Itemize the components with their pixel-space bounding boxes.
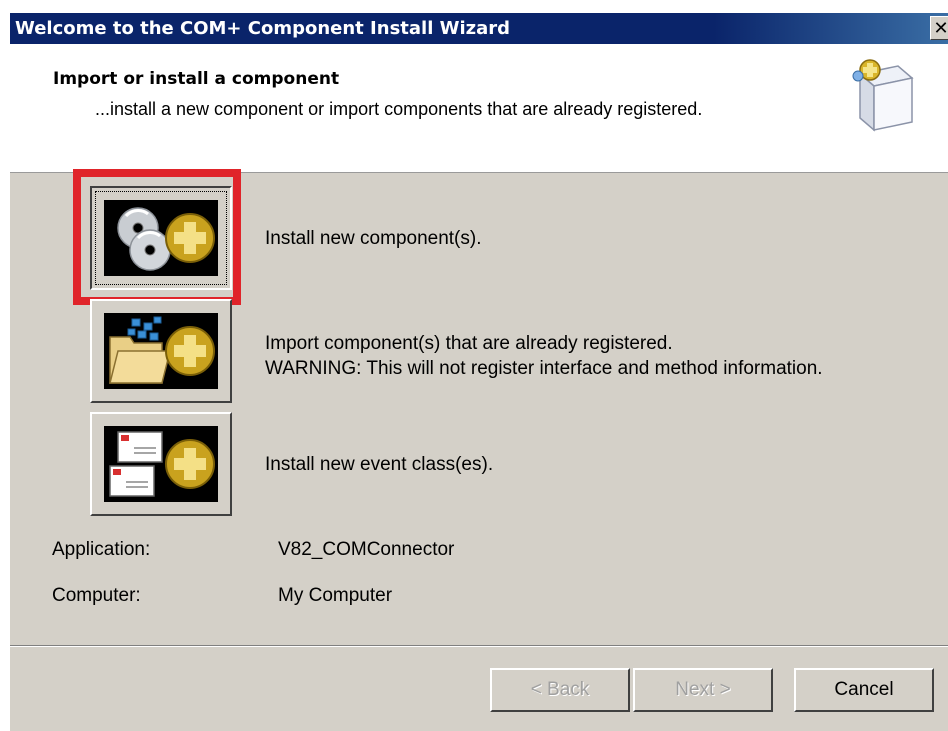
cancel-button[interactable]: Cancel [794, 668, 934, 712]
computer-value: My Computer [278, 585, 393, 606]
folder-plus-icon [104, 313, 218, 389]
wizard-window: Welcome to the COM+ Component Install Wi… [10, 13, 948, 731]
install-event-class-button[interactable] [90, 412, 232, 516]
wizard-header: Import or install a component ...install… [10, 44, 948, 173]
wizard-box-icon [852, 59, 914, 132]
install-event-class-label: Install new event class(es). [265, 454, 494, 475]
application-label: Application: [52, 539, 151, 560]
close-icon: ✕ [933, 17, 948, 38]
window-title: Welcome to the COM+ Component Install Wi… [15, 18, 511, 39]
application-value: V82_COMConnector [278, 539, 455, 560]
header-subtitle: ...install a new component or import com… [95, 99, 703, 119]
header-title: Import or install a component [53, 69, 340, 89]
close-button[interactable]: ✕ [930, 16, 948, 40]
back-button[interactable]: < Back [490, 668, 630, 712]
computer-label: Computer: [52, 585, 141, 606]
next-button[interactable]: Next > [633, 668, 773, 712]
install-new-component-label: Install new component(s). [265, 228, 482, 249]
envelopes-plus-icon [104, 426, 218, 502]
import-component-label: Import component(s) that are already reg… [265, 333, 673, 354]
title-bar[interactable]: Welcome to the COM+ Component Install Wi… [10, 13, 948, 44]
footer-separator [10, 645, 948, 647]
install-new-component-button[interactable] [90, 186, 232, 290]
import-warning-label: WARNING: This will not register interfac… [265, 358, 823, 379]
import-component-button[interactable] [90, 299, 232, 403]
cd-disks-plus-icon [104, 200, 218, 276]
